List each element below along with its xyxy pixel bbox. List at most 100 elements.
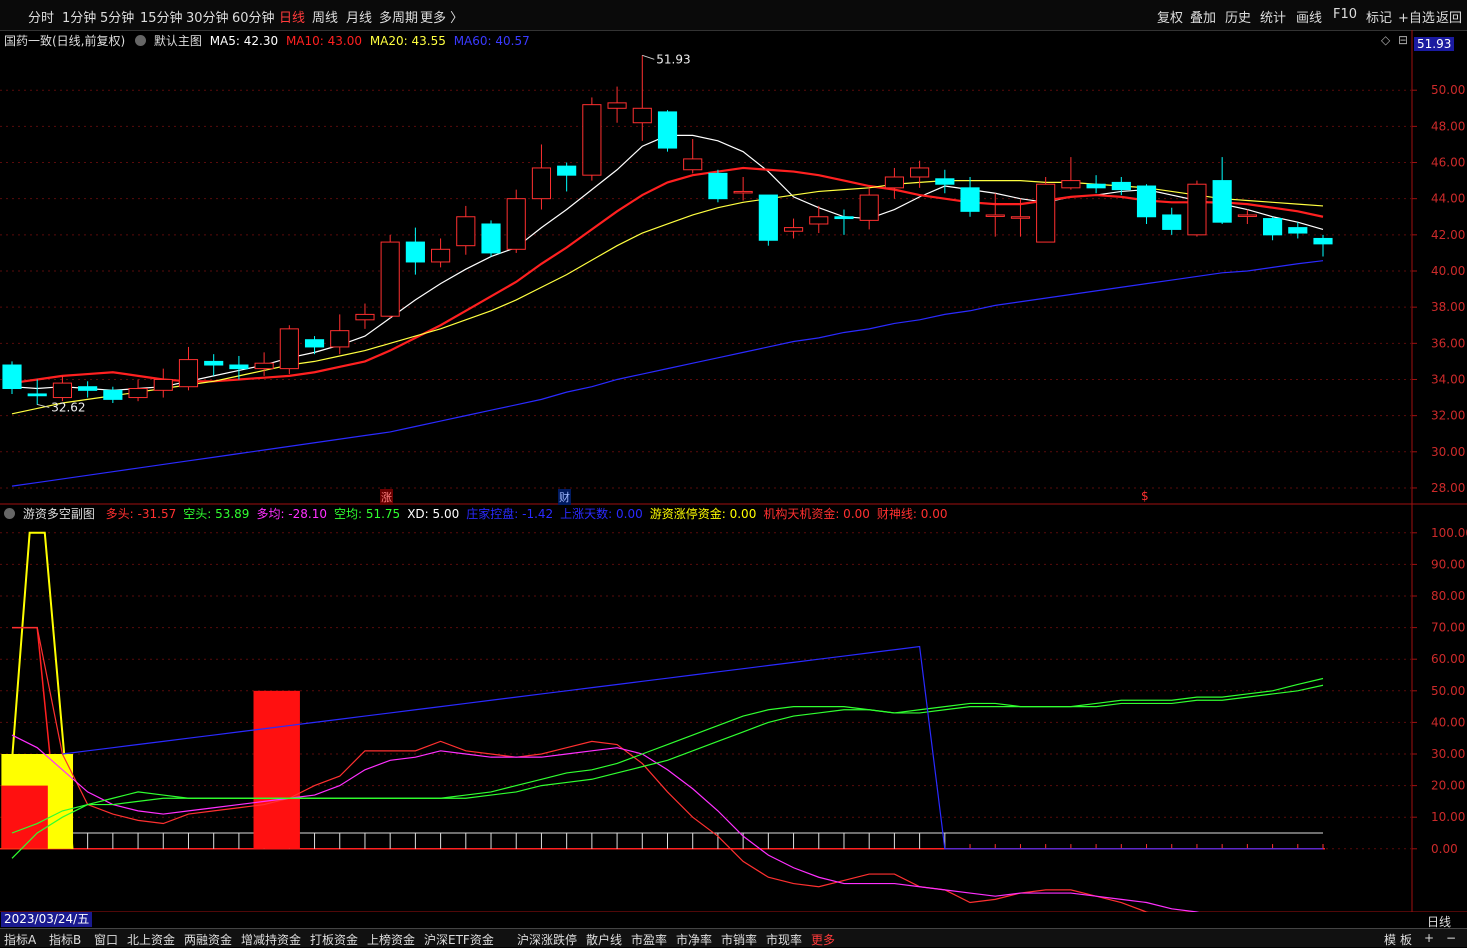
y-tick-label: 10.00 [1431,810,1465,824]
y-tick-label: 40.00 [1431,264,1465,278]
bottom-tab-15[interactable]: 更多 [811,931,835,948]
candle-body [1263,218,1283,236]
candle-body [708,172,728,200]
bottom-right-0[interactable]: 模 [1384,931,1396,948]
candle-body [1288,227,1308,234]
y-tick-label: 60.00 [1431,652,1465,666]
dollar-marker[interactable]: $ [1141,489,1149,503]
bottom-tab-12[interactable]: 市净率 [676,931,712,948]
candle-body [103,389,123,400]
candle-body [204,360,224,366]
candle-body [506,198,526,250]
annotation-label: 32.62 [51,400,85,414]
y-tick-label: 38.00 [1431,300,1465,314]
candle-body [304,339,325,348]
candle-body [254,362,274,370]
bottom-tab-5[interactable]: 增减持资金 [241,931,301,948]
candle-body [1212,180,1232,223]
bottom-tab-0[interactable]: 指标A [4,931,36,948]
bottom-tab-2[interactable]: 窗口 [94,931,118,948]
candle-body [834,216,854,220]
candle-body [178,359,199,388]
candle-body [783,227,804,232]
chart-canvas[interactable]: 28.00 30.00 32.00 34.00 36.00 38.00 40.00 42.00… [0,0,1467,912]
candle-body [657,111,678,149]
candle-body [985,214,1005,217]
bottom-tab-14[interactable]: 市现率 [766,931,802,948]
y-tick-label: 50.00 [1431,684,1465,698]
sub-series-空均 [11,684,1324,834]
candle-body [405,241,425,263]
bottom-tab-11[interactable]: 市盈率 [631,931,667,948]
candle-body [1010,216,1031,219]
annotation-label: 51.93 [656,52,690,66]
candle-body [355,313,375,321]
y-tick-label: 0.00 [1431,842,1458,856]
candle-body [431,248,451,263]
candle-body [380,241,400,317]
bar-机构天机资金 [253,690,300,849]
candle-body [1086,183,1106,189]
candle-body [1187,183,1207,236]
candle-body [27,393,47,397]
candle-body [229,364,249,370]
cai-marker[interactable]: 财 [558,489,571,505]
series-ma60 [11,260,1324,487]
candle-body [582,104,602,176]
candle-body [884,176,904,189]
y-tick-label: 100.00 [1431,526,1467,540]
y-tick-label: 30.00 [1431,445,1465,459]
sub-series-空头 [11,677,1324,859]
candle-body [557,165,577,176]
y-tick-label: 90.00 [1431,557,1465,571]
y-tick-label: 44.00 [1431,192,1465,206]
y-tick-label: 48.00 [1431,119,1465,133]
y-tick-label: 80.00 [1431,589,1465,603]
bottom-tab-8[interactable]: 沪深ETF资金 [424,931,494,948]
bottom-right-2[interactable]: + [1424,931,1434,945]
candle-body [1061,180,1081,189]
series-ma20 [11,180,1324,415]
bottom-right-1[interactable]: 板 [1400,931,1412,948]
y-tick-label: 28.00 [1431,481,1465,495]
candle-body [632,107,652,124]
y-tick-label: 50.00 [1431,83,1465,97]
bottom-tab-3[interactable]: 北上资金 [127,931,175,948]
bottom-right-3[interactable]: − [1446,931,1456,945]
bottom-tab-10[interactable]: 散户线 [586,931,622,948]
bar-机构天机资金 [1,785,48,849]
candle-body [758,194,778,241]
candle-body [1036,183,1056,243]
indicator-tabs: 指标A 指标B 窗口 北上资金 两融资金 增减持资金 打板资金 上榜资金 沪深ETF资金 沪深涨跌… [0,928,1467,947]
candle-body [78,386,98,391]
candle-body [859,194,879,221]
candle-body [153,378,173,391]
bottom-tab-1[interactable]: 指标B [49,931,81,948]
y-tick-label: 46.00 [1431,156,1465,170]
annotation-line [642,54,655,60]
candle-body [960,187,980,212]
y-tick-label: 70.00 [1431,621,1465,635]
candle-body [935,178,955,185]
bottom-tab-6[interactable]: 打板资金 [310,931,358,948]
bottom-tab-7[interactable]: 上榜资金 [367,931,415,948]
candle-body [531,167,552,200]
candle-body [910,167,930,178]
candle-body [330,330,350,348]
bottom-tab-4[interactable]: 两融资金 [184,931,232,948]
date-label: 2023/03/24/五 [1,912,93,927]
candle-body [809,216,829,225]
zhang-marker[interactable]: 涨 [380,489,393,505]
bottom-tab-9[interactable]: 沪深涨跌停 [517,931,577,948]
y-tick-label: 36.00 [1431,336,1465,350]
y-tick-label: 32.00 [1431,409,1465,423]
candle-body [1237,214,1257,217]
candle-body [2,364,22,390]
candle-body [733,190,753,194]
candle-body [481,223,501,254]
candle-body [1136,185,1157,218]
candle-body [607,102,627,109]
candle-body [52,382,72,399]
bottom-tab-13[interactable]: 市销率 [721,931,757,948]
sub-series-多均 [11,734,1200,912]
